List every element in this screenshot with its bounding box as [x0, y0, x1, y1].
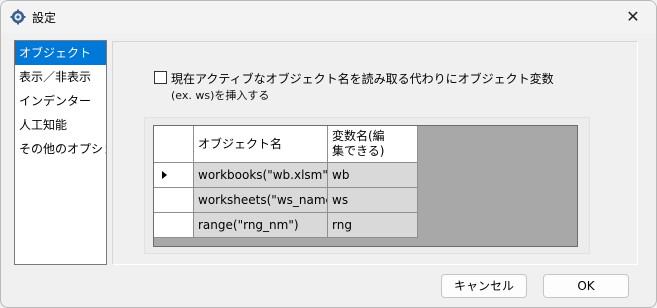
table-cell[interactable]: worksheets("ws_name") [194, 188, 328, 213]
row-header[interactable] [154, 213, 194, 238]
column-header-variable-name[interactable]: 変数名(編 集できる) [328, 126, 418, 163]
table-cell[interactable]: ws [328, 188, 418, 213]
category-list[interactable]: オブジェクト 表示／非表示 インデンター 人工知能 その他のオプション [14, 40, 107, 265]
column-header-line: 集できる) [332, 144, 385, 158]
window-title: 設定 [32, 11, 57, 25]
table-cell[interactable]: rng [328, 213, 418, 238]
settings-gear-icon [10, 9, 26, 25]
insert-object-variable-checkbox[interactable] [154, 71, 167, 84]
current-row-arrow-icon [162, 171, 167, 179]
close-icon: ✕ [626, 7, 640, 26]
nav-item-other-options[interactable]: その他のオプション [15, 137, 106, 161]
title-bar: 設定 ✕ [1, 1, 656, 33]
cancel-button[interactable]: キャンセル [441, 274, 527, 298]
variable-grid[interactable]: オブジェクト名 変数名(編 集できる) workbooks("wb.xlsm")… [153, 125, 578, 247]
settings-dialog: 設定 ✕ オブジェクト 表示／非表示 インデンター 人工知能 その他のオプション… [0, 0, 657, 308]
column-header-object-name[interactable]: オブジェクト名 [194, 126, 328, 163]
grid-corner [154, 126, 194, 163]
table-cell[interactable]: wb [328, 163, 418, 188]
row-header[interactable] [154, 188, 194, 213]
column-header-line: 変数名(編 [332, 129, 385, 143]
nav-item-object[interactable]: オブジェクト [15, 41, 106, 65]
table-cell[interactable]: range("rng_nm") [194, 213, 328, 238]
option-sublabel: (ex. ws)を挿入する [171, 89, 270, 102]
close-button[interactable]: ✕ [618, 5, 648, 29]
ok-button[interactable]: OK [543, 274, 629, 298]
table-cell[interactable]: workbooks("wb.xlsm") [194, 163, 328, 188]
option-label: 現在アクティブなオブジェクト名を読み取る代わりにオブジェクト変数 [171, 72, 554, 86]
row-header-current[interactable] [154, 163, 194, 188]
nav-item-display[interactable]: 表示／非表示 [15, 65, 106, 89]
nav-item-indenter[interactable]: インデンター [15, 89, 106, 113]
nav-item-ai[interactable]: 人工知能 [15, 113, 106, 137]
